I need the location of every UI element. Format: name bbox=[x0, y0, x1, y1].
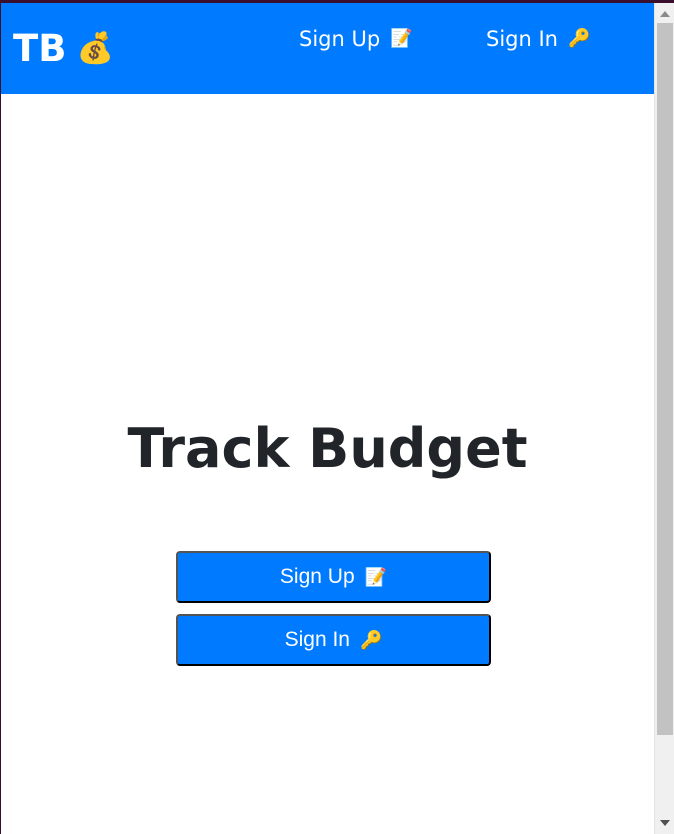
sign-up-button-label: Sign Up bbox=[279, 565, 355, 588]
nav-sign-up-link[interactable]: Sign Up 📝 bbox=[299, 25, 413, 53]
page-title: Track Budget bbox=[127, 417, 528, 480]
brand-text: TB bbox=[13, 27, 67, 70]
memo-icon: 📝 bbox=[364, 566, 388, 588]
sign-in-button[interactable]: Sign In 🔑 bbox=[176, 614, 491, 666]
sign-up-button[interactable]: Sign Up 📝 bbox=[176, 551, 491, 603]
memo-icon: 📝 bbox=[390, 28, 413, 49]
navbar: TB 💰 Sign Up 📝 Sign In 🔑 bbox=[1, 3, 654, 94]
nav-sign-up-label: Sign Up bbox=[299, 27, 381, 51]
scroll-up-arrow-icon[interactable] bbox=[655, 5, 674, 23]
vertical-scrollbar[interactable] bbox=[654, 3, 674, 834]
brand-logo[interactable]: TB 💰 bbox=[13, 25, 114, 73]
key-icon: 🔑 bbox=[567, 28, 591, 49]
scroll-down-arrow-icon[interactable] bbox=[655, 814, 674, 832]
sign-in-button-label: Sign In bbox=[284, 628, 350, 651]
scrollbar-thumb[interactable] bbox=[657, 23, 673, 735]
money-bag-icon: 💰 bbox=[76, 31, 114, 66]
key-icon: 🔑 bbox=[359, 629, 383, 651]
nav-sign-in-link[interactable]: Sign In 🔑 bbox=[486, 25, 590, 53]
browser-window: TB 💰 Sign Up 📝 Sign In 🔑 Track Budget Si… bbox=[1, 3, 674, 834]
nav-sign-in-label: Sign In bbox=[486, 27, 558, 51]
